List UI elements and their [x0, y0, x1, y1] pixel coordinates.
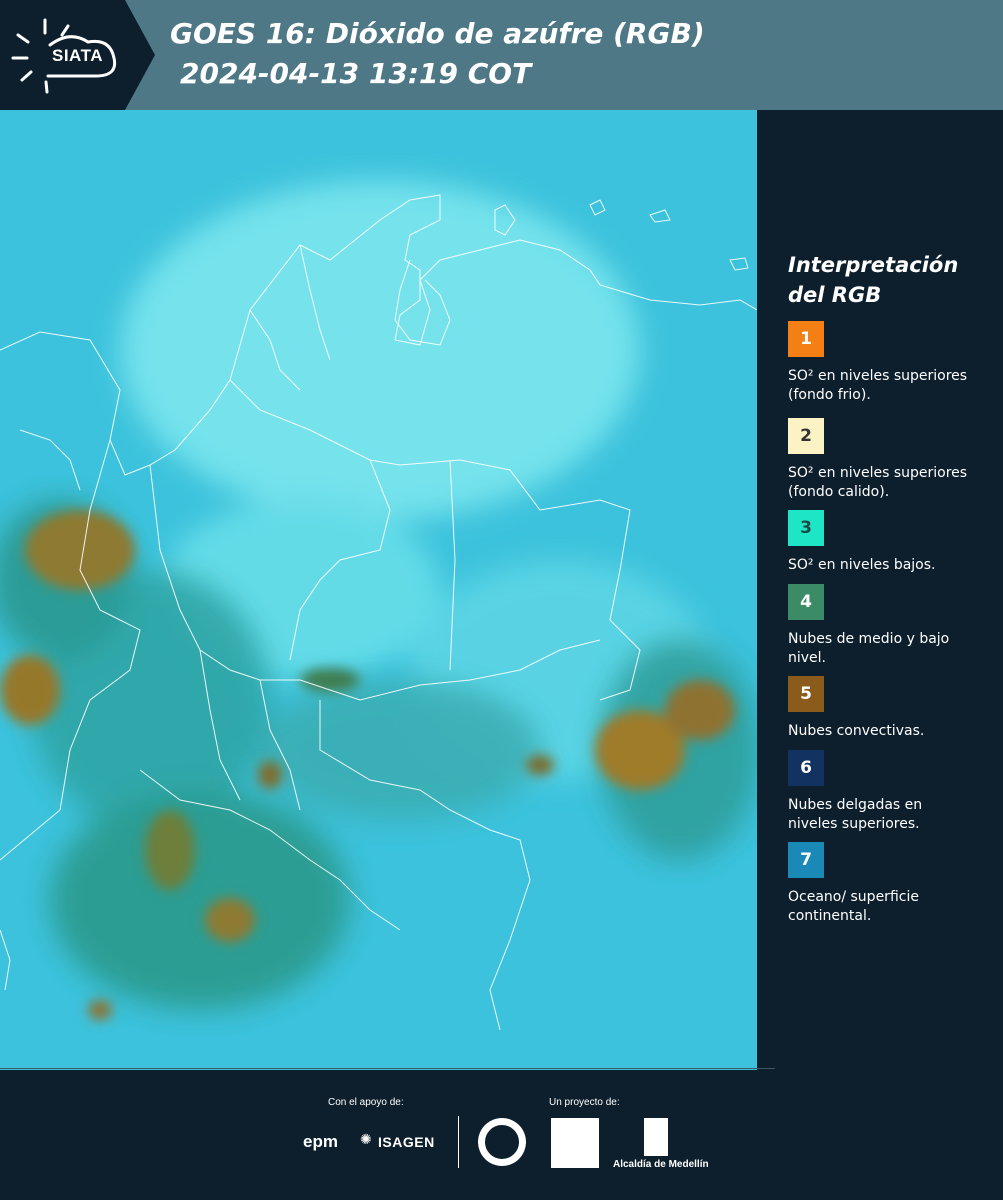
legend-panel: Interpretación del RGB 1 SO² en niveles … [760, 110, 1003, 1070]
legend-label-6: Nubes delgadas en niveles superiores. [788, 797, 923, 832]
legend-item-5: 5 Nubes convectivas. [788, 676, 988, 741]
header-bar: SIATA GOES 16: Dióxido de azúfre (RGB) 2… [0, 0, 1003, 110]
page-title: GOES 16: Dióxido de azúfre (RGB) 2024-04… [170, 14, 705, 94]
legend-swatch-3: 3 [788, 510, 824, 546]
area-metropolitana-logo [551, 1118, 599, 1168]
legend-number-2: 2 [800, 426, 812, 446]
legend-item-7: 7 Oceano/ superficie continental. [788, 842, 988, 926]
project-label: Un proyecto de: [549, 1097, 620, 1108]
legend-swatch-6: 6 [788, 750, 824, 786]
legend-label-5: Nubes convectivas. [788, 723, 925, 739]
map-graphic [0, 110, 757, 1070]
legend-title: Interpretación del RGB [788, 250, 988, 310]
footer: Con el apoyo de: Un proyecto de: epm ✺ I… [0, 1068, 1003, 1200]
legend-item-3: 3 SO² en niveles bajos. [788, 510, 988, 575]
legend-item-1: 1 SO² en niveles superiores (fondo frio)… [788, 321, 988, 405]
legend-number-7: 7 [800, 850, 812, 870]
legend-swatch-4: 4 [788, 584, 824, 620]
legend-swatch-5: 5 [788, 676, 824, 712]
legend-number-1: 1 [800, 329, 812, 349]
legend-label-1: SO² en niveles superiores (fondo frio). [788, 368, 968, 403]
satellite-map [0, 110, 757, 1070]
legend-item-4: 4 Nubes de medio y bajo nivel. [788, 584, 988, 668]
siata-logo: SIATA [0, 0, 155, 110]
datetime-text: 2024-04-13 13:19 COT [180, 57, 532, 90]
legend-item-2: 2 SO² en niveles superiores (fondo calid… [788, 418, 988, 502]
legend-swatch-1: 1 [788, 321, 824, 357]
legend-label-2: SO² en niveles superiores (fondo calido)… [788, 465, 968, 500]
legend-title-line1: Interpretación [788, 253, 959, 277]
legend-label-3: SO² en niveles bajos. [788, 557, 936, 573]
legend-number-6: 6 [800, 758, 812, 778]
footer-separator [0, 1068, 775, 1069]
legend-number-5: 5 [800, 684, 812, 704]
legend-number-3: 3 [800, 518, 812, 538]
medellin-seal-icon [478, 1118, 526, 1166]
alcaldia-shield-icon [644, 1118, 668, 1156]
legend-title-line2: del RGB [788, 283, 882, 307]
epm-logo: epm [303, 1132, 338, 1151]
legend-number-4: 4 [800, 592, 812, 612]
legend-label-7: Oceano/ superficie continental. [788, 889, 919, 924]
isagen-logo: ISAGEN [378, 1134, 435, 1150]
footer-divider [458, 1116, 459, 1168]
legend-item-6: 6 Nubes delgadas en niveles superiores. [788, 750, 988, 834]
isagen-icon: ✺ [360, 1132, 372, 1148]
legend-swatch-2: 2 [788, 418, 824, 454]
logo-text: SIATA [52, 46, 103, 65]
legend-label-4: Nubes de medio y bajo nivel. [788, 631, 950, 666]
alcaldia-label: Alcaldía de Medellín [613, 1159, 709, 1170]
legend-swatch-7: 7 [788, 842, 824, 878]
title-text: GOES 16: Dióxido de azúfre (RGB) [170, 17, 705, 50]
support-label: Con el apoyo de: [328, 1097, 404, 1108]
